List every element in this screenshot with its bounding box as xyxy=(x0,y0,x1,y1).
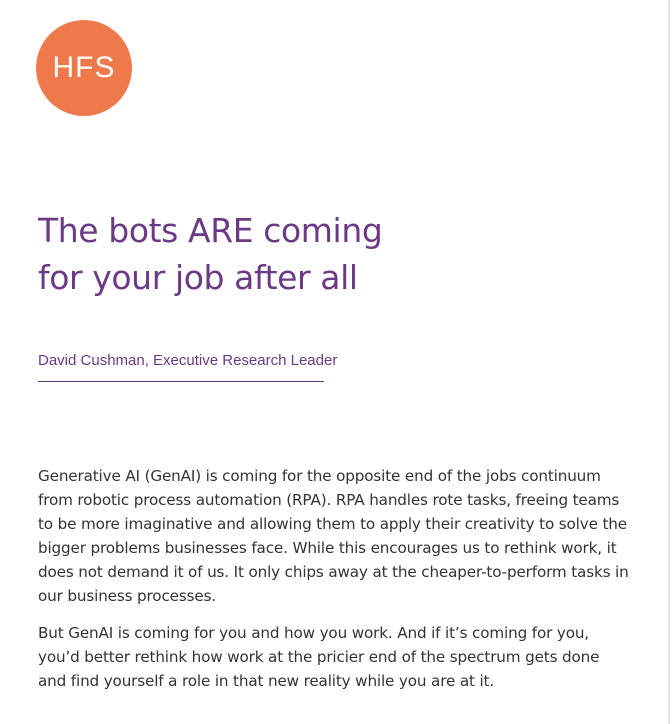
document-page: HFS The bots ARE coming for your job aft… xyxy=(0,0,670,724)
title-line-1: The bots ARE coming xyxy=(38,211,383,250)
paragraph-2-line: But GenAI is coming for you and how you … xyxy=(38,624,589,642)
byline-divider xyxy=(38,381,324,382)
paragraph-1-line: to be more imaginative and allowing them… xyxy=(38,515,627,533)
paragraph-1-line: Generative AI (GenAI) is coming for the … xyxy=(38,467,601,485)
paragraph-2-line: you’d better rethink how work at the pri… xyxy=(38,648,600,666)
paragraph-2-line: and find yourself a role in that new rea… xyxy=(38,672,495,690)
paragraph-1-line: our business processes. xyxy=(38,587,217,605)
paragraph-2: But GenAI is coming for you and how you … xyxy=(38,621,656,693)
title-line-2: for your job after all xyxy=(38,258,358,297)
author-byline: David Cushman, Executive Research Leader xyxy=(38,352,338,369)
hfs-logo: HFS xyxy=(36,20,132,116)
body-text: Generative AI (GenAI) is coming for the … xyxy=(38,464,656,706)
logo-text: HFS xyxy=(52,51,116,84)
paragraph-1-line: bigger problems businesses face. While t… xyxy=(38,539,617,557)
paragraph-1: Generative AI (GenAI) is coming for the … xyxy=(38,464,656,608)
paragraph-1-line: from robotic process automation (RPA). R… xyxy=(38,491,620,509)
page-title: The bots ARE coming for your job after a… xyxy=(38,207,598,301)
paragraph-1-line: does not demand it of us. It only chips … xyxy=(38,563,629,581)
